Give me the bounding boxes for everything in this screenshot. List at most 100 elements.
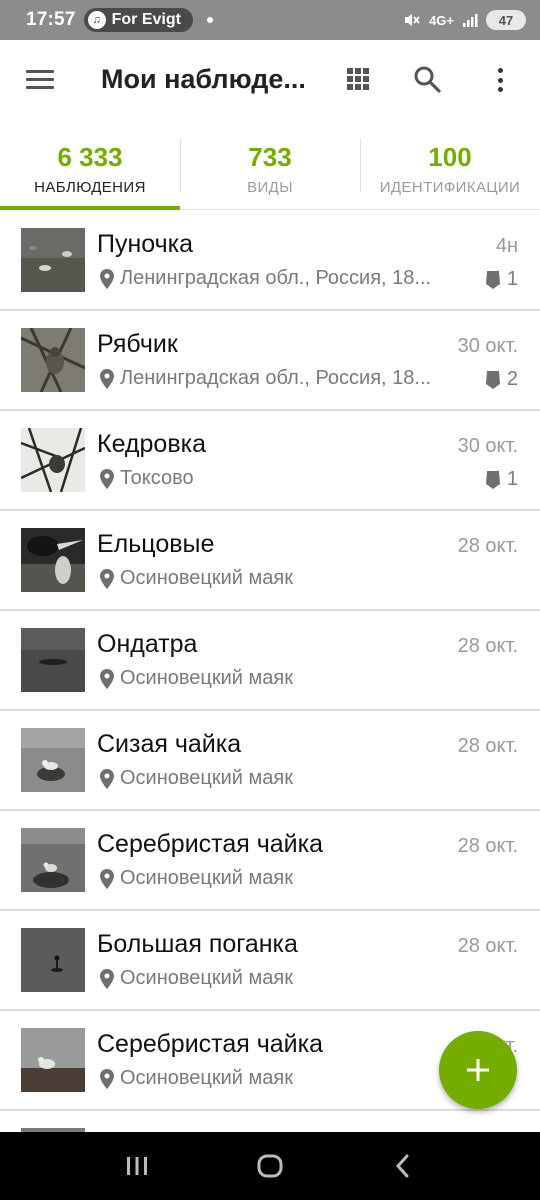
app-bar: Мои наблюде...: [0, 40, 540, 122]
tab-identifications[interactable]: 100 ИДЕНТИФИКАЦИИ: [360, 122, 540, 209]
observation-row[interactable]: Ельцовые 28 окт. Осиновецкий маяк: [0, 511, 540, 611]
observation-photo: [21, 728, 85, 792]
species-name: Ельцовые: [97, 530, 215, 558]
menu-icon[interactable]: [26, 70, 54, 90]
species-name: Ондатра: [97, 630, 198, 658]
music-note-icon: ♫: [87, 11, 106, 29]
add-icon: [467, 1059, 489, 1081]
observation-photo: [21, 228, 85, 292]
location-text: Осиновецкий маяк: [120, 967, 293, 989]
observation-date: 28 окт.: [457, 735, 518, 757]
identification-badge-icon: [485, 470, 500, 489]
location: Ленинградская обл., Россия, 18...: [100, 267, 466, 290]
location-text: Осиновецкий маяк: [120, 767, 293, 789]
location-pin-icon: [100, 768, 114, 789]
tab-species[interactable]: 733 ВИДЫ: [180, 122, 360, 209]
media-notification-label: For Evigt: [111, 11, 181, 28]
species-name: Серебристая чайка: [97, 830, 324, 858]
identification-badge-icon: [485, 270, 500, 289]
tab-observations[interactable]: 6 333 НАБЛЮДЕНИЯ: [0, 122, 180, 210]
identification-count-value: 2: [506, 368, 518, 390]
identification-count: 2: [485, 368, 518, 391]
species-name: Серебристая чайка: [97, 1030, 324, 1058]
observation-date: 28 окт.: [457, 835, 518, 857]
observation-date: 28 окт.: [457, 935, 518, 957]
species-name: Пуночка: [97, 230, 194, 258]
observation-photo: [21, 528, 85, 592]
tab-count: 6 333: [57, 142, 123, 172]
page-title: Мои наблюде...: [101, 64, 306, 94]
tab-count: 100: [428, 142, 472, 172]
identification-count-value: 1: [506, 268, 518, 290]
recents-icon[interactable]: [117, 1146, 157, 1186]
location-pin-icon: [100, 468, 114, 489]
observation-row[interactable]: Серебристая чайка 28 окт. Осиновецкий ма…: [0, 811, 540, 911]
tab-label: ВИДЫ: [247, 179, 293, 196]
observation-row-partial[interactable]: [0, 1111, 540, 1132]
observation-row[interactable]: Рябчик 30 окт. Ленинградская обл., Росси…: [0, 311, 540, 411]
stats-tabs: 6 333 НАБЛЮДЕНИЯ 733 ВИДЫ 100 ИДЕНТИФИКА…: [0, 122, 540, 210]
location-text: Осиновецкий маяк: [120, 867, 293, 889]
location-pin-icon: [100, 868, 114, 889]
location-text: Ленинградская обл., Россия, 18...: [120, 267, 432, 289]
more-vert-icon[interactable]: [486, 64, 514, 96]
status-time: 17:57: [26, 9, 76, 30]
battery-level: 47: [498, 12, 514, 28]
location: Осиновецкий маяк: [100, 767, 466, 790]
battery-indicator: 47: [486, 10, 526, 30]
signal-icon: [463, 14, 478, 27]
search-icon[interactable]: [412, 64, 442, 94]
location-text: Токсово: [120, 467, 194, 489]
add-observation-button[interactable]: [439, 1031, 517, 1109]
media-notification-chip[interactable]: ♫ For Evigt: [83, 8, 193, 32]
observation-row[interactable]: Кедровка 30 окт. Токсово 1: [0, 411, 540, 511]
observation-photo: [21, 628, 85, 692]
location-text: Осиновецкий маяк: [120, 567, 293, 589]
location: Осиновецкий маяк: [100, 1067, 466, 1090]
location: Осиновецкий маяк: [100, 667, 466, 690]
location: Осиновецкий маяк: [100, 967, 466, 990]
species-name: Рябчик: [97, 330, 178, 358]
back-icon[interactable]: [383, 1146, 423, 1186]
location-text: Осиновецкий маяк: [120, 667, 293, 689]
tab-count: 733: [248, 142, 292, 172]
tab-label: НАБЛЮДЕНИЯ: [34, 179, 146, 196]
observation-row[interactable]: Пуночка 4н Ленинградская обл., Россия, 1…: [0, 211, 540, 311]
status-bar: 17:57 ♫ For Evigt 4G+ 47: [0, 0, 540, 40]
mute-icon: [405, 14, 420, 26]
identification-count: 1: [485, 268, 518, 291]
home-icon[interactable]: [250, 1146, 290, 1186]
grid-view-icon[interactable]: [347, 68, 373, 90]
observation-row[interactable]: Большая поганка 28 окт. Осиновецкий маяк: [0, 911, 540, 1011]
network-type: 4G+: [429, 12, 454, 28]
location: Осиновецкий маяк: [100, 867, 466, 890]
location-text: Осиновецкий маяк: [120, 1067, 293, 1089]
location-pin-icon: [100, 568, 114, 589]
observation-photo: [21, 328, 85, 392]
identification-badge-icon: [485, 370, 500, 389]
observation-date: 28 окт.: [457, 635, 518, 657]
system-nav-bar: [0, 1132, 540, 1200]
location-pin-icon: [100, 968, 114, 989]
observation-date: 28 окт.: [457, 535, 518, 557]
observation-photo: [21, 828, 85, 892]
observation-date: 30 окт.: [457, 435, 518, 457]
species-name: Сизая чайка: [97, 730, 242, 758]
observation-row[interactable]: Сизая чайка 28 окт. Осиновецкий маяк: [0, 711, 540, 811]
tab-label: ИДЕНТИФИКАЦИИ: [379, 179, 521, 196]
observation-date: 4н: [495, 235, 518, 257]
species-name: Большая поганка: [97, 930, 298, 958]
observation-photo: [21, 1028, 85, 1092]
location: Ленинградская обл., Россия, 18...: [100, 367, 466, 390]
species-name: Кедровка: [97, 430, 206, 458]
observation-row[interactable]: Ондатра 28 окт. Осиновецкий маяк: [0, 611, 540, 711]
location-pin-icon: [100, 268, 114, 289]
observation-photo: [21, 928, 85, 992]
observation-list[interactable]: Пуночка 4н Ленинградская обл., Россия, 1…: [0, 211, 540, 1132]
location: Токсово: [100, 467, 466, 490]
location-pin-icon: [100, 668, 114, 689]
notification-dot-icon: [206, 17, 213, 23]
identification-count-value: 1: [506, 468, 518, 490]
observation-date: 30 окт.: [457, 335, 518, 357]
location-text: Ленинградская обл., Россия, 18...: [120, 367, 432, 389]
